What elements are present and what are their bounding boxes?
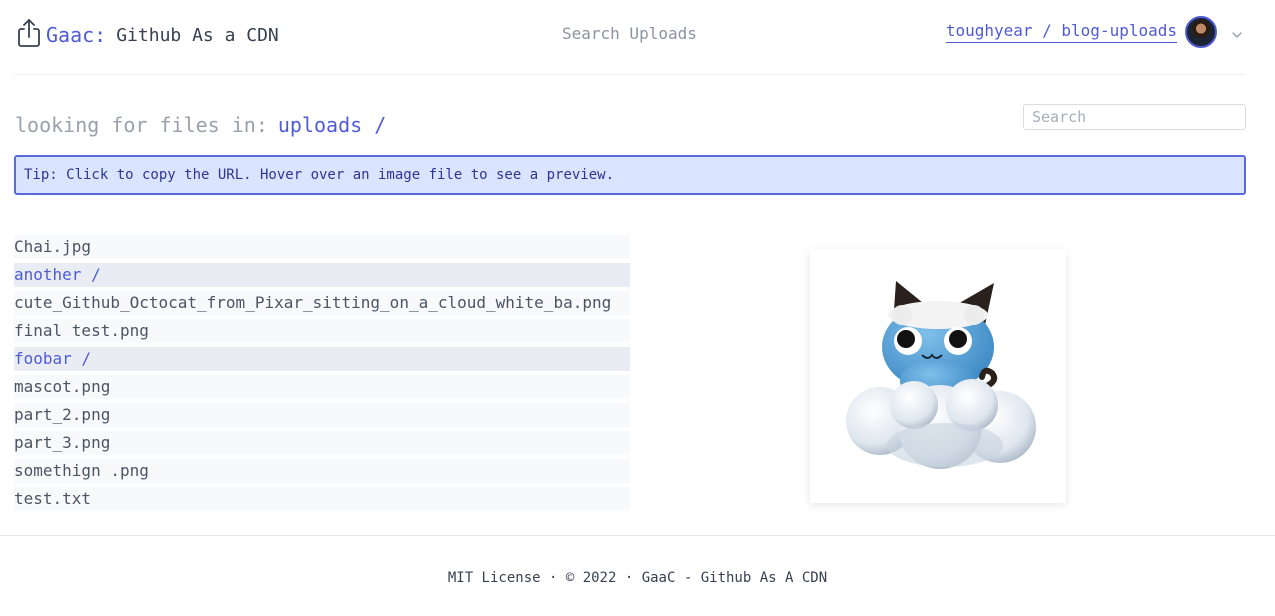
brand-name: Gaac:	[46, 23, 107, 47]
list-item[interactable]: part_3.png	[14, 431, 630, 455]
chevron-down-icon[interactable]	[1231, 26, 1243, 38]
list-item[interactable]: cute_Github_Octocat_from_Pixar_sitting_o…	[14, 291, 630, 315]
repo-selector[interactable]: toughyear / blog-uploads	[945, 16, 1217, 48]
footer: MIT License · © 2022 · GaaC - Github As …	[0, 535, 1275, 616]
list-item[interactable]: foobar /	[14, 347, 630, 371]
breadcrumb: looking for files in: uploads /	[15, 113, 386, 137]
search-input[interactable]	[1023, 104, 1246, 130]
tip-text: Tip: Click to copy the URL. Hover over a…	[24, 167, 615, 183]
list-item[interactable]: somethign .png	[14, 459, 630, 483]
app-header: Gaac: Github As a CDN Search Uploads tou…	[14, 0, 1245, 75]
path-current-link[interactable]: uploads /	[278, 113, 386, 137]
list-item[interactable]: another /	[14, 263, 630, 287]
footer-text: MIT License · © 2022 · GaaC - Github As …	[447, 570, 828, 586]
path-label: looking for files in:	[15, 113, 268, 137]
list-item[interactable]: mascot.png	[14, 375, 630, 399]
list-item[interactable]: test.txt	[14, 487, 630, 511]
share-upload-icon	[16, 18, 42, 52]
list-item[interactable]: Chai.jpg	[14, 235, 630, 259]
image-preview	[810, 249, 1066, 503]
avatar[interactable]	[1185, 16, 1217, 48]
octocat-cloud-image	[846, 281, 1036, 469]
repo-link[interactable]: toughyear / blog-uploads	[945, 21, 1177, 43]
file-list: Chai.jpg another / cute_Github_Octocat_f…	[14, 235, 630, 515]
brand[interactable]: Gaac: Github As a CDN	[16, 18, 279, 52]
tip-banner: Tip: Click to copy the URL. Hover over a…	[14, 155, 1246, 195]
brand-tagline: Github As a CDN	[116, 24, 279, 46]
list-item[interactable]: part_2.png	[14, 403, 630, 427]
search-uploads-link[interactable]: Search Uploads	[562, 24, 697, 43]
list-item[interactable]: final test.png	[14, 319, 630, 343]
